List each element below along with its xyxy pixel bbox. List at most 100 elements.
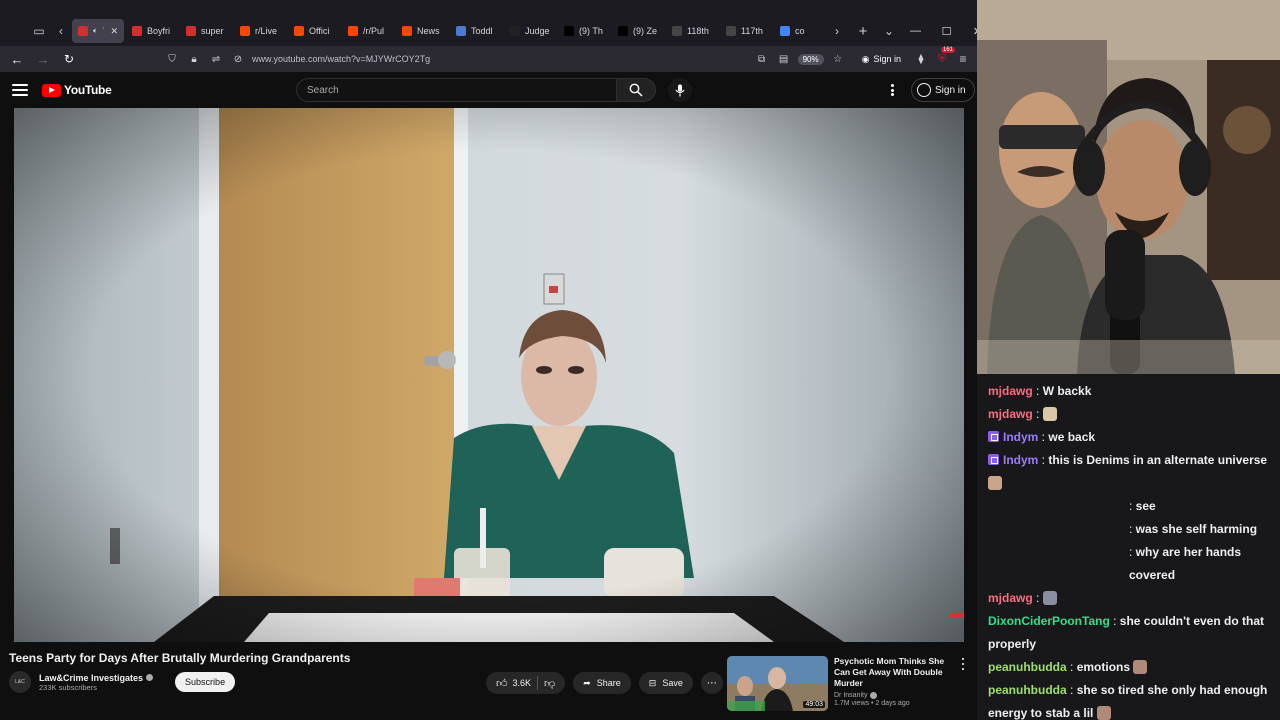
tab-8[interactable]: Toddl bbox=[450, 19, 502, 43]
forward-icon[interactable]: → bbox=[32, 48, 54, 70]
autoplay-blocked-icon[interactable]: ⊘ bbox=[230, 51, 246, 67]
chat-message: mjdawg : bbox=[988, 587, 1276, 610]
chat-username[interactable]: Indym bbox=[1003, 430, 1038, 444]
minimize-icon[interactable]: — bbox=[900, 16, 931, 46]
shield-icon[interactable]: ⛉ bbox=[164, 51, 180, 67]
chat-username[interactable]: Indym bbox=[1003, 453, 1038, 467]
tab-strip: 🔈︎ Teen ✕ Boyfri super r/Live Offici/r/Pul News… bbox=[72, 19, 826, 43]
tab-2[interactable]: Boyfri bbox=[126, 19, 178, 43]
reddit-icon bbox=[294, 26, 304, 36]
youtube-sign-in-label: Sign in bbox=[935, 84, 966, 96]
share-button[interactable]: ➦ Share bbox=[573, 672, 631, 694]
tab-overflow-icon[interactable]: ⌄ bbox=[878, 20, 900, 42]
youtube-play-icon bbox=[42, 83, 61, 97]
reload-icon[interactable]: ↻ bbox=[58, 48, 80, 70]
tab-11[interactable]: (9) Ze bbox=[612, 19, 664, 43]
stream-chat: mjdawg : W backk mjdawg : Indym : we back… bbox=[977, 374, 1280, 720]
chat-separator: : bbox=[1066, 683, 1077, 697]
reader-view-icon[interactable]: ▤ bbox=[776, 51, 792, 67]
ublock-extension-icon[interactable]: ⛨ 161 bbox=[933, 47, 955, 68]
recommended-video[interactable]: 49:03 Psychotic Mom Thinks She Can Get A… bbox=[727, 656, 972, 712]
zoom-indicator[interactable]: 90% bbox=[797, 53, 824, 65]
picture-in-picture-icon[interactable]: ⧉ bbox=[754, 51, 770, 67]
maximize-icon[interactable]: ☐ bbox=[931, 16, 962, 46]
account-sign-in-label: Sign in bbox=[873, 54, 901, 64]
tab-title: r/Live bbox=[255, 26, 278, 36]
bookmark-star-icon[interactable]: ☆ bbox=[830, 51, 846, 67]
tab-1[interactable]: 🔈︎ Teen ✕ bbox=[72, 19, 124, 43]
subscriber-badge-icon bbox=[988, 431, 999, 442]
voice-search-button[interactable] bbox=[668, 78, 692, 102]
chat-username[interactable]: DixonCiderPoonTang bbox=[988, 614, 1110, 628]
chat-text: was she self harming bbox=[1135, 522, 1258, 536]
chat-username[interactable]: mjdawg bbox=[988, 407, 1033, 421]
like-button[interactable]: 👍︎ 3.6K bbox=[496, 677, 531, 690]
chat-separator: : bbox=[1032, 591, 1043, 605]
recommended-thumbnail[interactable]: 49:03 bbox=[727, 656, 828, 711]
recommended-title[interactable]: Psychotic Mom Thinks She Can Get Away Wi… bbox=[834, 656, 958, 689]
video-player[interactable] bbox=[14, 108, 964, 642]
bookmark-icon: ⊟ bbox=[648, 677, 657, 688]
like-count: 3.6K bbox=[512, 678, 532, 688]
recommended-more-icon[interactable] bbox=[960, 658, 966, 670]
guide-menu-icon[interactable] bbox=[12, 84, 28, 96]
share-label: Share bbox=[596, 678, 621, 688]
permissions-icon[interactable]: ⇌ bbox=[208, 51, 224, 67]
channel-avatar[interactable]: L&C bbox=[9, 671, 31, 693]
back-icon[interactable]: ← bbox=[6, 48, 28, 70]
tab-title: (9) Th bbox=[579, 26, 603, 36]
channel-name[interactable]: Law&Crime Investigates bbox=[39, 673, 154, 683]
new-tab-icon[interactable]: + bbox=[852, 20, 874, 42]
chat-separator: : bbox=[1066, 660, 1077, 674]
chat-message: Indym : we back bbox=[988, 426, 1276, 449]
tab-6[interactable]: /r/Pul bbox=[342, 19, 394, 43]
tab-title: co bbox=[795, 26, 805, 36]
close-tab-icon[interactable]: ✕ bbox=[110, 26, 118, 37]
search-icon bbox=[629, 83, 643, 97]
address-bar[interactable]: ⛉ 🔒︎ ⇌ ⊘ www.youtube.com/watch?v=MJYWrCO… bbox=[164, 48, 846, 70]
dislike-button[interactable]: 👎︎ bbox=[544, 677, 555, 690]
chat-message: : see bbox=[988, 495, 1276, 518]
navigation-bar: ← → ↻ ⛉ 🔒︎ ⇌ ⊘ www.youtube.com/watch?v=M… bbox=[0, 46, 977, 72]
chat-emote-icon bbox=[1042, 407, 1057, 421]
video-title: Teens Party for Days After Brutally Murd… bbox=[9, 651, 351, 665]
settings-more-icon[interactable] bbox=[886, 82, 898, 98]
audio-playing-icon[interactable]: 🔈︎ bbox=[93, 26, 98, 36]
chat-username[interactable]: peanuhbudda bbox=[988, 683, 1067, 697]
tab-10[interactable]: (9) Th bbox=[558, 19, 610, 43]
scroll-tabs-left-icon[interactable]: ‹ bbox=[50, 20, 72, 42]
tab-title: super bbox=[201, 26, 224, 36]
youtube-logo[interactable]: YouTube bbox=[42, 83, 112, 97]
subscribe-button[interactable]: Subscribe bbox=[175, 672, 236, 692]
chat-username[interactable]: mjdawg bbox=[988, 384, 1033, 398]
scroll-tabs-right-icon[interactable]: › bbox=[826, 20, 848, 42]
recommended-info: Psychotic Mom Thinks She Can Get Away Wi… bbox=[834, 656, 972, 712]
recommended-channel[interactable]: Dr Insanity bbox=[834, 692, 972, 699]
tab-13[interactable]: 117th bbox=[720, 19, 772, 43]
url-text[interactable]: www.youtube.com/watch?v=MJYWrCOY2Tg bbox=[252, 54, 748, 64]
lock-icon[interactable]: 🔒︎ bbox=[186, 51, 202, 67]
chat-username[interactable]: peanuhbudda bbox=[988, 660, 1067, 674]
more-actions-icon[interactable]: ⋯ bbox=[700, 672, 723, 694]
tab-9[interactable]: Judge bbox=[504, 19, 556, 43]
chat-username[interactable]: mjdawg bbox=[988, 591, 1033, 605]
chat-message: peanuhbudda : she so tired she only had … bbox=[988, 679, 1276, 720]
save-button[interactable]: ⊟ Save bbox=[638, 672, 693, 694]
tab-title: (9) Ze bbox=[633, 26, 658, 36]
search-button[interactable] bbox=[616, 78, 656, 102]
chat-emote-icon bbox=[988, 476, 1002, 490]
tab-3[interactable]: super bbox=[180, 19, 232, 43]
extensions-icon[interactable]: ⧫ bbox=[913, 51, 929, 67]
tab-7[interactable]: News bbox=[396, 19, 448, 43]
app-menu-icon[interactable]: ≡ bbox=[955, 51, 971, 67]
account-sign-in[interactable]: ◉ Sign in bbox=[862, 54, 901, 65]
youtube-sign-in-button[interactable]: Sign in bbox=[911, 78, 975, 102]
tab-5[interactable]: Offici bbox=[288, 19, 340, 43]
tab-14[interactable]: co bbox=[774, 19, 826, 43]
tab-12[interactable]: 118th bbox=[666, 19, 718, 43]
chat-message: : was she self harming bbox=[988, 518, 1276, 541]
search-input[interactable] bbox=[296, 78, 616, 102]
recommended-channel-name: Dr Insanity bbox=[834, 692, 868, 699]
tab-list-icon[interactable]: ▭ bbox=[28, 20, 50, 42]
tab-4[interactable]: r/Live bbox=[234, 19, 286, 43]
